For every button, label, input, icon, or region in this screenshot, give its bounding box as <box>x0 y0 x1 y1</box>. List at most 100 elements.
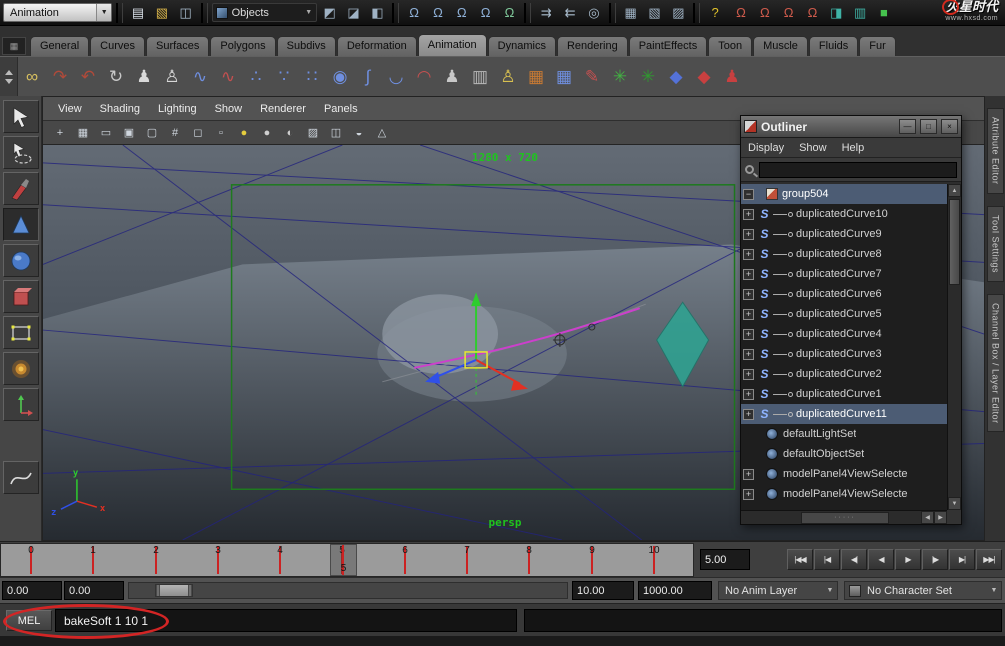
magnet-red-icon-1[interactable]: Ω <box>730 2 752 24</box>
lasso-tool-button[interactable] <box>3 136 39 169</box>
current-time-field[interactable] <box>700 549 750 570</box>
chevron-down-icon[interactable]: ▼ <box>302 9 316 16</box>
shelf-points2-icon[interactable]: ∵ <box>270 61 298 93</box>
step-back-key-button[interactable]: |◀ <box>814 549 840 570</box>
current-frame-indicator[interactable]: 5 <box>330 544 357 576</box>
shelf-grid-orange-icon[interactable]: ▦ <box>522 61 550 93</box>
shelf-turn-figure-icon[interactable]: ↻ <box>102 61 130 93</box>
anim-layer-dropdown[interactable]: No Anim Layer ▼ <box>718 581 838 600</box>
expand-icon[interactable]: + <box>743 269 754 280</box>
time-slider[interactable]: 0 1 2 3 4 5 6 7 8 9 10 5 <box>0 543 694 577</box>
character-set-dropdown[interactable]: No Character Set ▼ <box>844 581 1002 600</box>
snap-to-grid-icon[interactable]: Ω <box>403 2 425 24</box>
shelf-figures-icon[interactable]: ♟ <box>438 61 466 93</box>
shelf-points-icon[interactable]: ∴ <box>242 61 270 93</box>
playback-end-field[interactable] <box>572 581 634 600</box>
status-group-separator[interactable] <box>116 3 123 23</box>
input-connections-icon[interactable]: ⇉ <box>535 2 557 24</box>
mel-command-input[interactable] <box>55 609 517 632</box>
go-to-end-button[interactable]: ▶▶| <box>976 549 1002 570</box>
resolution-gate-icon[interactable]: ▣ <box>120 124 138 142</box>
wireframe-on-shaded-icon[interactable]: ◫ <box>327 124 345 142</box>
expand-icon[interactable]: + <box>743 309 754 320</box>
chevron-down-icon[interactable]: ▼ <box>96 4 111 21</box>
shelf-arc-arrow2-icon[interactable]: ↶ <box>74 61 102 93</box>
outliner-item-duplicatedCurve7[interactable]: + S duplicatedCurve7 <box>741 264 947 284</box>
tab-muscle[interactable]: Muscle <box>753 36 808 56</box>
safe-action-icon[interactable]: ◻ <box>189 124 207 142</box>
expand-icon[interactable]: + <box>743 469 754 480</box>
shelf-scroll-up-icon[interactable] <box>5 70 13 75</box>
expand-icon[interactable]: + <box>743 389 754 400</box>
shelf-figure1-icon[interactable]: ♟ <box>130 61 158 93</box>
tab-fur[interactable]: Fur <box>859 36 896 56</box>
tab-polygons[interactable]: Polygons <box>210 36 275 56</box>
help-icon[interactable]: ? <box>704 2 726 24</box>
last-tool-button[interactable] <box>3 461 39 494</box>
panel-menu-renderer[interactable]: Renderer <box>251 103 315 115</box>
status-group-separator[interactable] <box>392 3 399 23</box>
shelf-brush-icon[interactable]: ✎ <box>578 61 606 93</box>
expand-icon[interactable]: + <box>743 289 754 300</box>
status-group-separator[interactable] <box>609 3 616 23</box>
outliner-item-duplicatedCurve11[interactable]: + S duplicatedCurve11 <box>741 404 947 424</box>
shelf-pin-blue-icon[interactable]: ◆ <box>662 61 690 93</box>
field-chart-icon[interactable]: # <box>166 124 184 142</box>
animation-end-field[interactable] <box>638 581 712 600</box>
outliner-item-defaultLightSet[interactable]: defaultLightSet <box>741 424 947 444</box>
chevron-down-icon[interactable]: ▼ <box>987 587 1001 594</box>
outliner-item-duplicatedCurve3[interactable]: + S duplicatedCurve3 <box>741 344 947 364</box>
outliner-menu-display[interactable]: Display <box>748 142 784 154</box>
tab-surfaces[interactable]: Surfaces <box>146 36 209 56</box>
soft-modification-tool-button[interactable] <box>3 352 39 385</box>
tab-rendering[interactable]: Rendering <box>557 36 628 56</box>
ipr-render-icon[interactable]: ▧ <box>644 2 666 24</box>
tab-subdivs[interactable]: Subdivs <box>277 36 336 56</box>
expand-icon[interactable]: + <box>743 349 754 360</box>
tab-toon[interactable]: Toon <box>708 36 752 56</box>
scroll-left-icon[interactable]: ◀ <box>921 511 934 524</box>
tab-deformation[interactable]: Deformation <box>337 36 417 56</box>
shelf-curve-blue-icon[interactable]: ∿ <box>186 61 214 93</box>
shelf-arc-red-icon[interactable]: ◠ <box>410 61 438 93</box>
expand-icon[interactable]: + <box>743 329 754 340</box>
status-group-separator[interactable] <box>693 3 700 23</box>
selection-mask-hierarchy-icon[interactable]: ◩ <box>319 2 341 24</box>
outliner-item-duplicatedCurve4[interactable]: + S duplicatedCurve4 <box>741 324 947 344</box>
shelf-grid-blue-icon[interactable]: ▦ <box>550 61 578 93</box>
range-handle-grip[interactable] <box>156 585 160 596</box>
shelf-curve-red-icon[interactable]: ∿ <box>214 61 242 93</box>
play-backwards-button[interactable]: ◀ <box>868 549 894 570</box>
shelf-ik-spline-icon[interactable]: ◡ <box>382 61 410 93</box>
selection-mask-dropdown[interactable]: Objects ▼ <box>212 3 317 22</box>
xray-icon[interactable]: ◒ <box>350 124 368 142</box>
scroll-down-icon[interactable]: ▼ <box>948 497 961 510</box>
magnet-red-icon-4[interactable]: Ω <box>802 2 824 24</box>
rotate-tool-button[interactable] <box>3 244 39 277</box>
command-language-button[interactable]: MEL <box>6 610 52 631</box>
scrollbar-thumb[interactable]: ····· <box>801 512 889 524</box>
step-back-frame-button[interactable]: ◀| <box>841 549 867 570</box>
selection-mask-object-icon[interactable]: ◪ <box>343 2 365 24</box>
outliner-item-duplicatedCurve9[interactable]: + S duplicatedCurve9 <box>741 224 947 244</box>
output-connections-icon[interactable]: ⇇ <box>559 2 581 24</box>
animation-start-field[interactable] <box>2 581 62 600</box>
status-group-separator[interactable] <box>201 3 208 23</box>
maximize-button[interactable]: □ <box>920 119 937 134</box>
tab-dynamics[interactable]: Dynamics <box>488 36 556 56</box>
default-light-icon[interactable]: ● <box>235 124 253 142</box>
outliner-vertical-scrollbar[interactable]: ▲ ▼ <box>947 184 961 510</box>
outliner-item-duplicatedCurve1[interactable]: + S duplicatedCurve1 <box>741 384 947 404</box>
shelf-star-green-icon[interactable]: ✳ <box>606 61 634 93</box>
step-forward-key-button[interactable]: ▶| <box>949 549 975 570</box>
shelf-figure2-icon[interactable]: ♙ <box>158 61 186 93</box>
scroll-up-icon[interactable]: ▲ <box>948 184 961 197</box>
magnet-red-icon-3[interactable]: Ω <box>778 2 800 24</box>
snap-to-curve-icon[interactable]: Ω <box>427 2 449 24</box>
panel-menu-view[interactable]: View <box>49 103 91 115</box>
save-scene-icon[interactable]: ◫ <box>175 2 197 24</box>
shelf-ik-handle-icon[interactable]: ∫ <box>354 61 382 93</box>
textures-icon[interactable]: ▨ <box>304 124 322 142</box>
outliner-item-defaultObjectSet[interactable]: defaultObjectSet <box>741 444 947 464</box>
construction-history-icon[interactable]: ◎ <box>583 2 605 24</box>
